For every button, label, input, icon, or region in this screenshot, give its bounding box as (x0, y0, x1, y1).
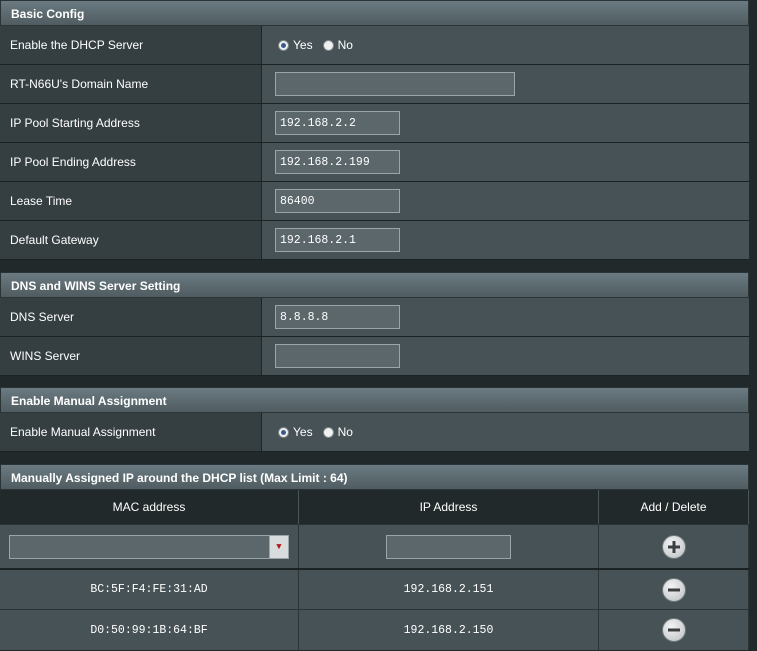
pool-start-row: IP Pool Starting Address (0, 104, 749, 143)
row-label: WINS Server (0, 337, 262, 375)
default-gateway-row: Default Gateway (0, 221, 749, 260)
column-header-mac: MAC address (0, 490, 299, 524)
domain-name-input[interactable] (275, 72, 515, 96)
mac-address-combobox[interactable]: ▼ (9, 534, 289, 559)
column-header-ip: IP Address (299, 490, 599, 524)
section-header: Manually Assigned IP around the DHCP lis… (0, 464, 749, 490)
radio-label: No (337, 425, 353, 439)
row-value: Yes No (262, 26, 749, 64)
row-value (262, 65, 749, 103)
column-header-action: Add / Delete (599, 490, 749, 524)
row-value (262, 221, 749, 259)
wins-server-row: WINS Server (0, 337, 749, 376)
row-label: Enable the DHCP Server (0, 26, 262, 64)
row-label: Lease Time (0, 182, 262, 220)
domain-name-row: RT-N66U's Domain Name (0, 65, 749, 104)
table-row: BC:5F:F4:FE:31:AD 192.168.2.151 (0, 568, 749, 609)
radio-label: Yes (293, 38, 313, 52)
row-label: RT-N66U's Domain Name (0, 65, 262, 103)
dhcp-list-section: Manually Assigned IP around the DHCP lis… (0, 464, 749, 650)
manual-assignment-row: Enable Manual Assignment Yes No (0, 413, 749, 452)
row-value: Yes No (262, 413, 749, 451)
caret-down-icon[interactable]: ▼ (269, 535, 288, 558)
plus-circle-icon (667, 540, 680, 553)
section-header: Basic Config (0, 0, 749, 26)
ip-cell: 192.168.2.150 (299, 610, 599, 650)
row-value (262, 298, 749, 336)
mac-address-input[interactable] (10, 535, 269, 558)
lease-time-input[interactable] (275, 189, 400, 213)
table-row: D0:50:99:1B:64:BF 192.168.2.150 (0, 609, 749, 650)
delete-button[interactable] (661, 577, 686, 602)
row-label: Enable Manual Assignment (0, 413, 262, 451)
radio-label: No (337, 38, 353, 52)
row-value (262, 143, 749, 181)
section-header: Enable Manual Assignment (0, 387, 749, 413)
action-cell (599, 525, 749, 568)
row-value (262, 104, 749, 142)
row-label: IP Pool Starting Address (0, 104, 262, 142)
lease-time-row: Lease Time (0, 182, 749, 221)
row-value (262, 337, 749, 375)
manual-radio-group: Yes No (278, 425, 359, 439)
action-cell (599, 570, 749, 609)
pool-start-input[interactable] (275, 111, 400, 135)
dhcp-radio-group: Yes No (278, 38, 359, 52)
basic-config-section: Basic Config Enable the DHCP Server Yes … (0, 0, 749, 260)
row-label: DNS Server (0, 298, 262, 336)
action-cell (599, 610, 749, 650)
radio-label: Yes (293, 425, 313, 439)
mac-cell: D0:50:99:1B:64:BF (0, 610, 299, 650)
dns-wins-section: DNS and WINS Server Setting DNS Server W… (0, 272, 749, 376)
table-header: MAC address IP Address Add / Delete (0, 490, 749, 524)
ip-address-input[interactable] (386, 534, 511, 559)
row-label: IP Pool Ending Address (0, 143, 262, 181)
manual-yes-radio[interactable] (278, 426, 289, 438)
dhcp-server-row: Enable the DHCP Server Yes No (0, 26, 749, 65)
pool-end-input[interactable] (275, 150, 400, 174)
mac-cell: BC:5F:F4:FE:31:AD (0, 570, 299, 609)
manual-assignment-section: Enable Manual Assignment Enable Manual A… (0, 387, 749, 452)
wins-server-input[interactable] (275, 344, 400, 368)
dns-server-input[interactable] (275, 305, 400, 329)
row-value (262, 182, 749, 220)
manual-no-radio[interactable] (322, 426, 334, 438)
row-label: Default Gateway (0, 221, 262, 259)
dns-server-row: DNS Server (0, 298, 749, 337)
minus-circle-icon (667, 628, 680, 632)
ip-cell: 192.168.2.151 (299, 570, 599, 609)
default-gateway-input[interactable] (275, 228, 400, 252)
minus-circle-icon (667, 588, 680, 591)
dhcp-no-radio[interactable] (322, 39, 334, 51)
pool-end-row: IP Pool Ending Address (0, 143, 749, 182)
add-entry-row: ▼ (0, 524, 749, 568)
section-header: DNS and WINS Server Setting (0, 272, 749, 298)
ip-cell (299, 525, 599, 568)
delete-button[interactable] (661, 618, 686, 642)
mac-cell: ▼ (0, 525, 299, 568)
add-button[interactable] (661, 534, 686, 559)
dhcp-yes-radio[interactable] (278, 39, 289, 51)
